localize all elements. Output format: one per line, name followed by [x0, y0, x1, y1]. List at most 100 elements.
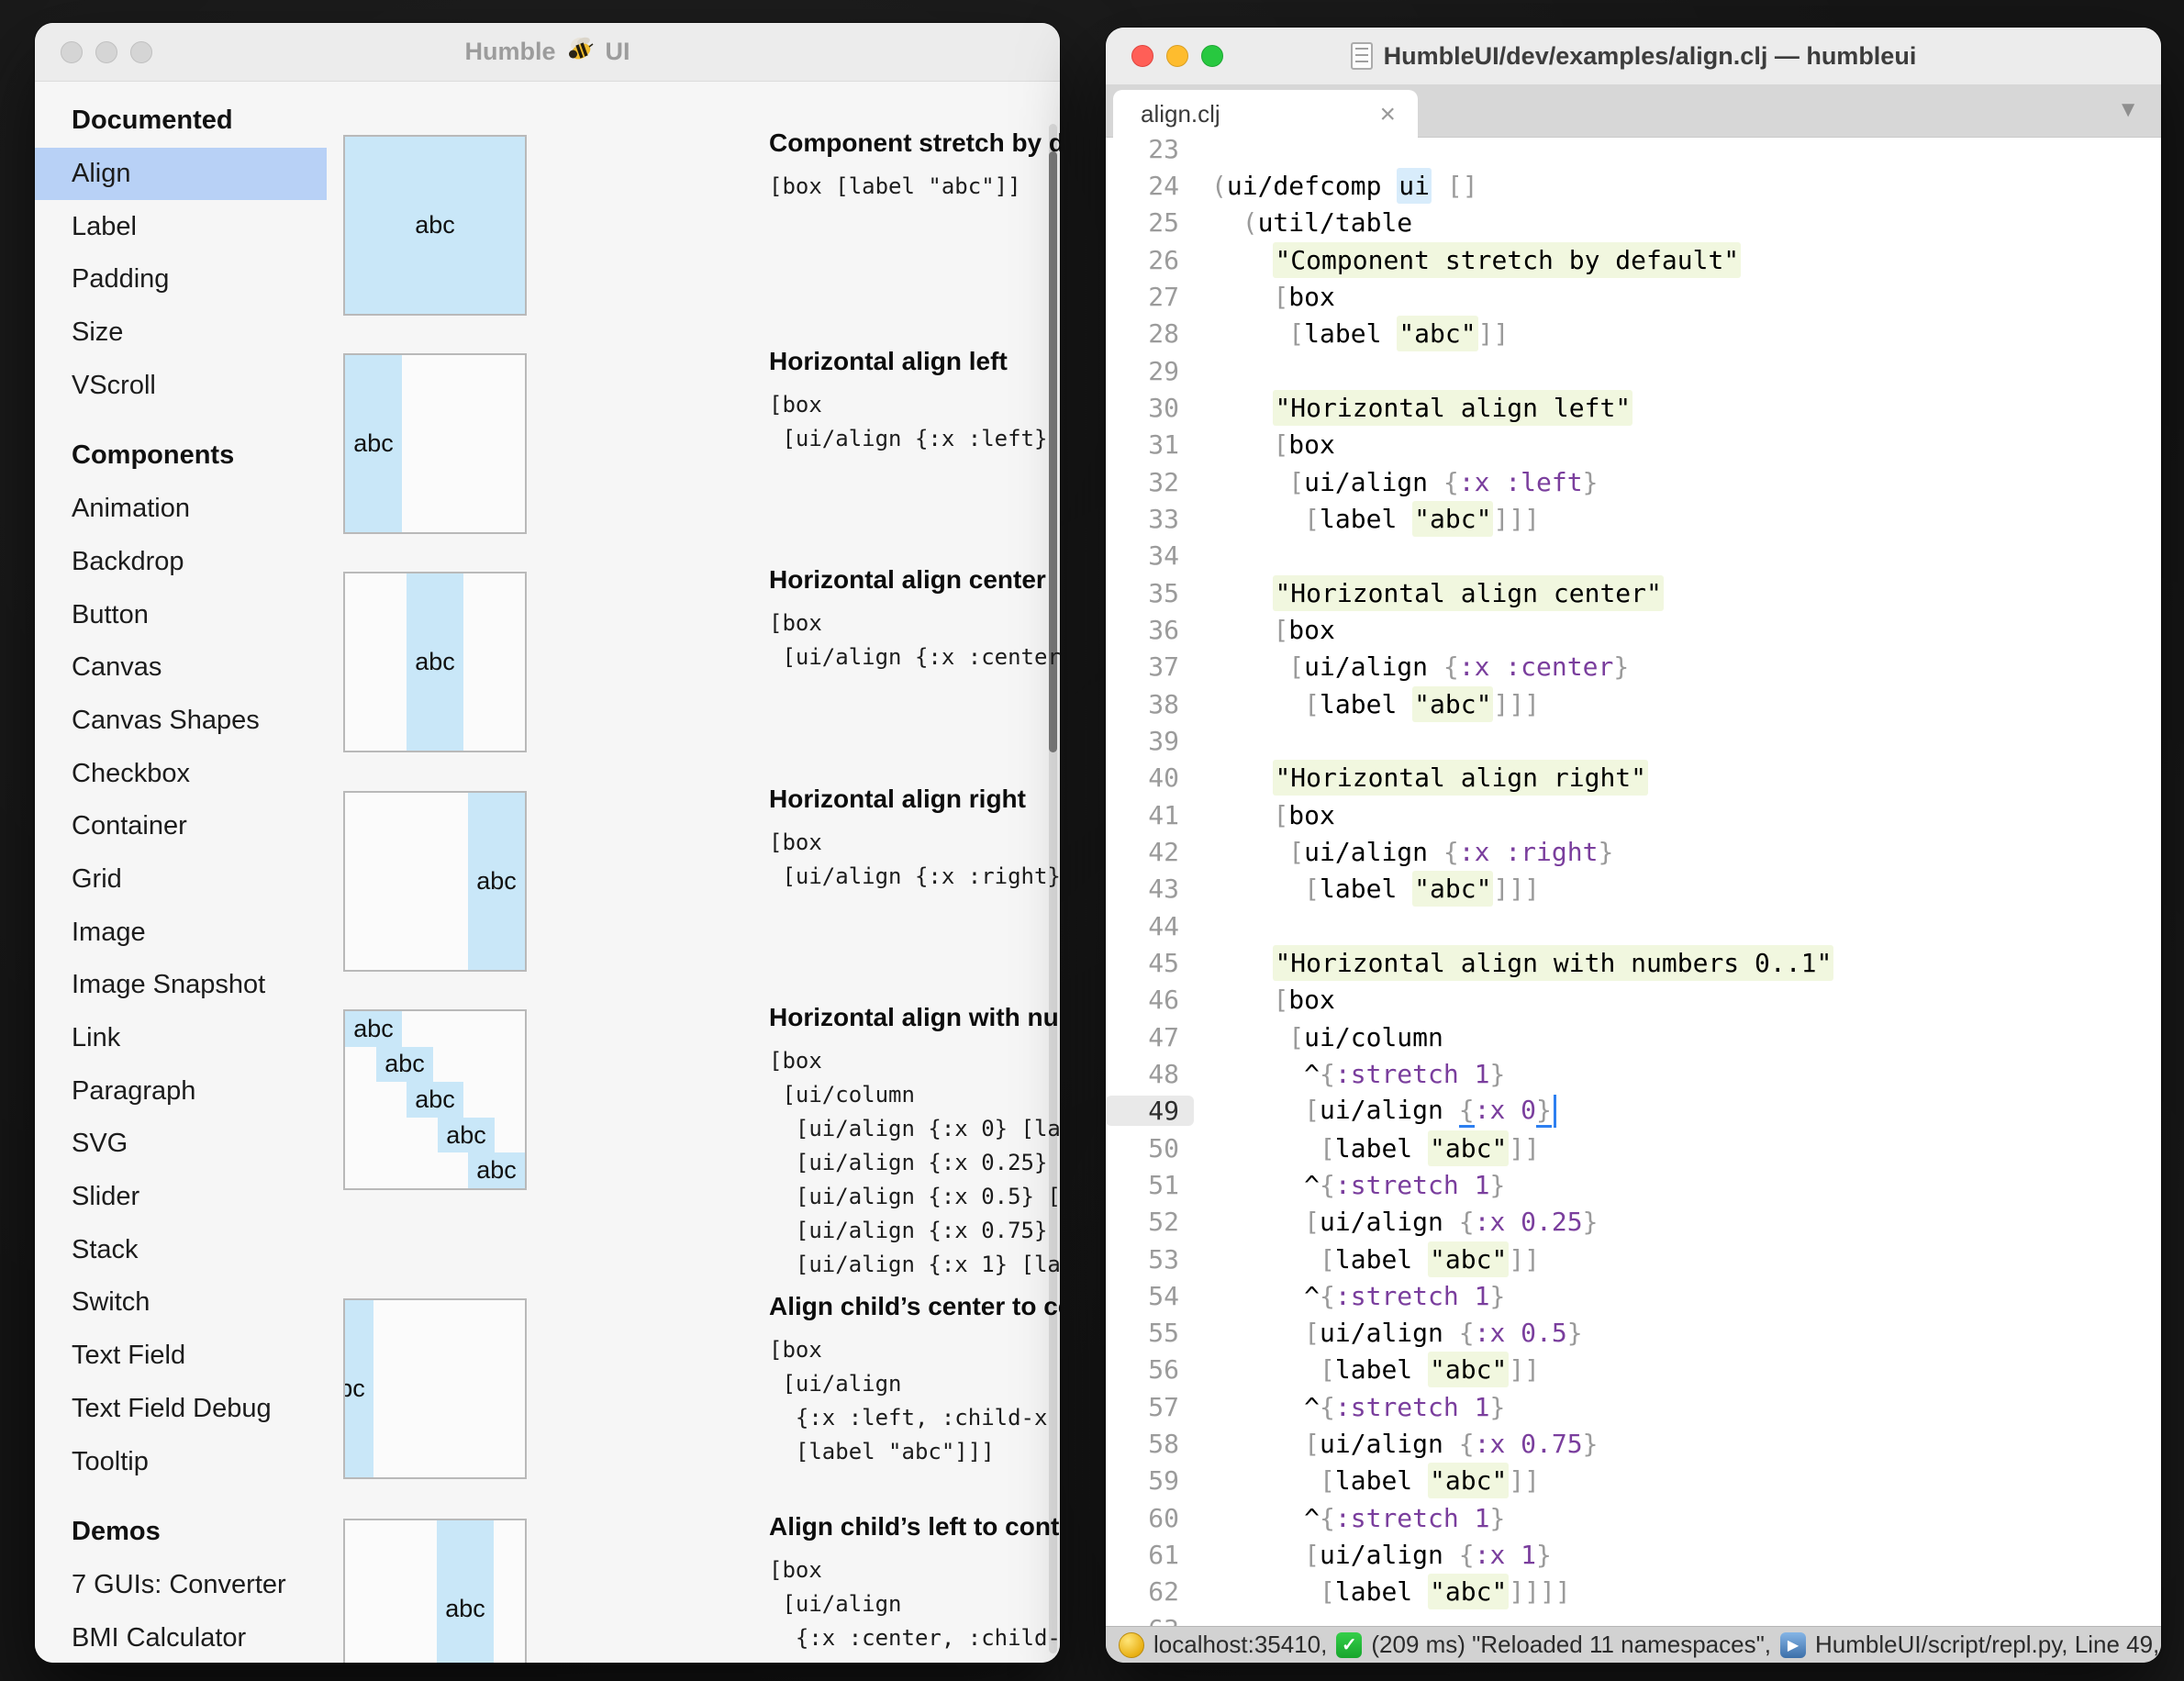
- editor-line-35[interactable]: 35 "Horizontal align center": [1106, 574, 2161, 611]
- editor-line-63[interactable]: 63: [1106, 1610, 2161, 1626]
- editor-line-59[interactable]: 59 [label "abc"]]: [1106, 1463, 2161, 1499]
- editor-line-46[interactable]: 46 [box: [1106, 982, 2161, 1019]
- sidebar-item-canvas[interactable]: Canvas: [35, 641, 327, 695]
- editor-line-62[interactable]: 62 [label "abc"]]]]: [1106, 1574, 2161, 1610]
- demo-box: abc: [343, 1519, 527, 1663]
- editor-line-31[interactable]: 31 [box: [1106, 427, 2161, 463]
- editor-line-58[interactable]: 58 [ui/align {:x 0.75}: [1106, 1425, 2161, 1462]
- demo-box: abc: [343, 353, 527, 534]
- close-button[interactable]: [61, 41, 83, 63]
- sidebar-item-container[interactable]: Container: [35, 800, 327, 853]
- editor-line-38[interactable]: 38 [label "abc"]]]: [1106, 685, 2161, 722]
- sidebar-item-padding[interactable]: Padding: [35, 253, 327, 306]
- line-code: (util/table: [1211, 207, 1412, 238]
- line-number: 54: [1106, 1281, 1194, 1311]
- left-titlebar[interactable]: Humble UI: [35, 23, 1060, 82]
- sidebar-item-bmi-calculator[interactable]: BMI Calculator: [35, 1611, 327, 1663]
- sidebar-item-checkbox[interactable]: Checkbox: [35, 747, 327, 800]
- editor-line-51[interactable]: 51 ^{:stretch 1}: [1106, 1166, 2161, 1203]
- editor-line-41[interactable]: 41 [box: [1106, 796, 2161, 833]
- editor-line-29[interactable]: 29: [1106, 352, 2161, 389]
- editor-line-61[interactable]: 61 [ui/align {:x 1}: [1106, 1536, 2161, 1573]
- code-editor[interactable]: 2324(ui/defcomp ui []25 (util/table26 "C…: [1106, 138, 2161, 1626]
- editor-line-49[interactable]: 49 [ui/align {:x 0}: [1106, 1093, 2161, 1130]
- sidebar-item-vscroll[interactable]: VScroll: [35, 359, 327, 412]
- sidebar-item-align[interactable]: Align: [35, 148, 327, 201]
- editor-line-32[interactable]: 32 [ui/align {:x :left}: [1106, 463, 2161, 500]
- minimize-button[interactable]: [1166, 45, 1188, 67]
- line-number: 27: [1106, 282, 1194, 312]
- editor-line-26[interactable]: 26 "Component stretch by default": [1106, 241, 2161, 278]
- editor-line-57[interactable]: 57 ^{:stretch 1}: [1106, 1388, 2161, 1425]
- editor-line-34[interactable]: 34: [1106, 538, 2161, 574]
- close-button[interactable]: [1131, 45, 1153, 67]
- editor-line-28[interactable]: 28 [label "abc"]]: [1106, 316, 2161, 352]
- editor-line-44[interactable]: 44: [1106, 907, 2161, 944]
- editor-line-50[interactable]: 50 [label "abc"]]: [1106, 1130, 2161, 1166]
- line-code: [box: [1211, 282, 1335, 312]
- tab-overflow-chevron-icon[interactable]: ▼: [2117, 97, 2139, 123]
- demo-align-cell: abc: [345, 1011, 402, 1047]
- editor-line-27[interactable]: 27 [box: [1106, 278, 2161, 315]
- editor-line-45[interactable]: 45 "Horizontal align with numbers 0..1": [1106, 944, 2161, 981]
- zoom-button[interactable]: [1201, 45, 1223, 67]
- editor-line-55[interactable]: 55 [ui/align {:x 0.5}: [1106, 1315, 2161, 1352]
- sidebar-item-label[interactable]: Label: [35, 200, 327, 253]
- right-titlebar[interactable]: HumbleUI/dev/examples/align.clj — humble…: [1106, 28, 2161, 84]
- line-number: 55: [1106, 1318, 1194, 1348]
- demo-box: abc: [343, 791, 527, 972]
- editor-line-52[interactable]: 52 [ui/align {:x 0.25}: [1106, 1204, 2161, 1241]
- editor-line-47[interactable]: 47 [ui/column: [1106, 1019, 2161, 1055]
- editor-line-54[interactable]: 54 ^{:stretch 1}: [1106, 1277, 2161, 1314]
- sidebar-item-animation[interactable]: Animation: [35, 483, 327, 536]
- sidebar-item-text-field[interactable]: Text Field: [35, 1330, 327, 1383]
- editor-line-33[interactable]: 33 [label "abc"]]]: [1106, 500, 2161, 537]
- example-code: [box [ui/align {:x :center} [label "abc"…: [769, 607, 1060, 674]
- sidebar-item-switch[interactable]: Switch: [35, 1276, 327, 1330]
- sidebar-item-grid[interactable]: Grid: [35, 853, 327, 907]
- demo-label: abc: [445, 1595, 485, 1623]
- sidebar-item-tooltip[interactable]: Tooltip: [35, 1435, 327, 1488]
- editor-line-36[interactable]: 36 [box: [1106, 611, 2161, 648]
- sidebar-item-slider[interactable]: Slider: [35, 1171, 327, 1224]
- editor-line-42[interactable]: 42 [ui/align {:x :right}: [1106, 833, 2161, 870]
- editor-line-56[interactable]: 56 [label "abc"]]: [1106, 1352, 2161, 1388]
- minimize-button[interactable]: [95, 41, 117, 63]
- zoom-button[interactable]: [130, 41, 152, 63]
- sidebar-item-button[interactable]: Button: [35, 588, 327, 641]
- editor-line-48[interactable]: 48 ^{:stretch 1}: [1106, 1055, 2161, 1092]
- editor-line-23[interactable]: 23: [1106, 138, 2161, 167]
- line-code: [label "abc"]]: [1211, 1354, 1540, 1385]
- bee-icon: [565, 35, 596, 69]
- tab-align-clj[interactable]: align.clj ×: [1113, 90, 1418, 139]
- sidebar-item-size[interactable]: Size: [35, 306, 327, 360]
- sidebar-item-text-field-debug[interactable]: Text Field Debug: [35, 1383, 327, 1436]
- demo-align-cell: abc: [437, 1520, 494, 1663]
- editor-line-37[interactable]: 37 [ui/align {:x :center}: [1106, 649, 2161, 685]
- editor-line-53[interactable]: 53 [label "abc"]]: [1106, 1241, 2161, 1277]
- text-caret: [1554, 1095, 1556, 1128]
- sidebar-item-backdrop[interactable]: Backdrop: [35, 536, 327, 589]
- sidebar-item-canvas-shapes[interactable]: Canvas Shapes: [35, 695, 327, 748]
- sidebar-item-image-snapshot[interactable]: Image Snapshot: [35, 959, 327, 1012]
- editor-line-30[interactable]: 30 "Horizontal align left": [1106, 389, 2161, 426]
- demo-box: abc: [343, 135, 527, 316]
- editor-window: HumbleUI/dev/examples/align.clj — humble…: [1106, 28, 2161, 1663]
- editor-line-60[interactable]: 60 ^{:stretch 1}: [1106, 1499, 2161, 1536]
- tab-close-icon[interactable]: ×: [1379, 101, 1396, 128]
- line-number: 42: [1106, 837, 1194, 867]
- sidebar-item-stack[interactable]: Stack: [35, 1223, 327, 1276]
- editor-line-24[interactable]: 24(ui/defcomp ui []: [1106, 167, 2161, 204]
- sidebar-item-paragraph[interactable]: Paragraph: [35, 1064, 327, 1118]
- editor-line-39[interactable]: 39: [1106, 722, 2161, 759]
- editor-line-43[interactable]: 43 [label "abc"]]]: [1106, 871, 2161, 907]
- editor-line-25[interactable]: 25 (util/table: [1106, 205, 2161, 241]
- demo-label: abc: [345, 137, 525, 314]
- editor-line-40[interactable]: 40 "Horizontal align right": [1106, 760, 2161, 796]
- sidebar-item-svg[interactable]: SVG: [35, 1118, 327, 1171]
- line-code: [label "abc"]]]: [1211, 689, 1540, 719]
- sidebar-item-image[interactable]: Image: [35, 906, 327, 959]
- sidebar-item-7-guis-converter[interactable]: 7 GUIs: Converter: [35, 1559, 327, 1612]
- example-row: abcHorizontal align right[box [ui/align …: [343, 791, 527, 972]
- sidebar-item-link[interactable]: Link: [35, 1012, 327, 1065]
